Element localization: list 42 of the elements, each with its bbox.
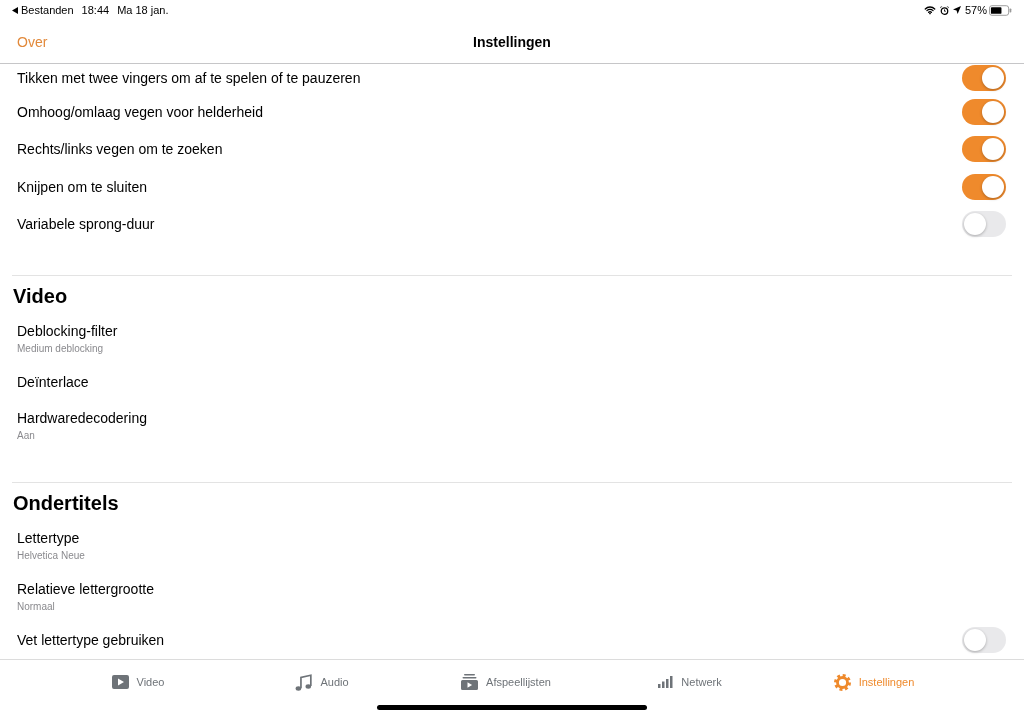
tab-item[interactable]: Netwerk <box>658 660 722 704</box>
toggle-switch[interactable] <box>962 136 1006 162</box>
status-date: Ma 18 jan. <box>117 4 169 16</box>
setting-label: Rechts/links vegen om te zoeken <box>17 140 223 158</box>
setting-label: Vet lettertype gebruiken <box>17 630 165 649</box>
setting-label: Knijpen om te sluiten <box>17 177 147 196</box>
toggle-switch[interactable] <box>962 211 1006 237</box>
setting-label: Tikken met twee vingers om af te spelen of te pauzeren <box>17 69 361 88</box>
location-arrow-icon <box>952 6 961 14</box>
setting-value: Medium deblocking <box>17 342 104 355</box>
section-header: Ondertitels <box>12 490 120 516</box>
setting-label[interactable]: Deblocking-filter <box>17 321 118 340</box>
setting-label[interactable]: Hardwaredecodering <box>17 408 147 427</box>
nav-title: Instellingen <box>473 33 551 50</box>
battery-icon <box>989 4 1012 16</box>
toggle-switch[interactable] <box>962 173 1006 200</box>
wifi-icon <box>923 5 936 15</box>
setting-label: Omhoog/omlaag vegen voor helderheid <box>17 102 263 121</box>
tab-item[interactable]: Afspeellijsten <box>461 660 551 704</box>
toggle-switch[interactable] <box>962 98 1006 125</box>
setting-label[interactable]: Relatieve lettergrootte <box>17 579 154 598</box>
back-to-app-button[interactable]: Bestanden <box>12 4 74 16</box>
section-header: Video <box>12 283 69 309</box>
setting-value: Normaal <box>17 600 55 613</box>
setting-value: Aan <box>17 429 35 442</box>
signal-bars-icon <box>658 676 674 688</box>
play-box-icon <box>111 675 129 689</box>
music-note-icon <box>295 673 313 691</box>
battery-percent: 57% <box>964 4 987 16</box>
setting-label: Variabele sprong-duur <box>17 215 155 233</box>
playlist-icon <box>461 674 479 690</box>
toggle-switch[interactable] <box>962 626 1006 653</box>
toggle-switch[interactable] <box>962 65 1006 92</box>
alarm-clock-icon <box>939 5 949 15</box>
setting-label[interactable]: Deïnterlace <box>17 372 89 391</box>
settings-gear-icon <box>833 673 851 691</box>
status-time: 18:44 <box>81 4 110 16</box>
back-triangle-icon <box>12 6 18 14</box>
setting-label[interactable]: Lettertype <box>17 528 80 547</box>
setting-value: Helvetica Neue <box>17 549 85 562</box>
tab-item[interactable]: Audio <box>295 660 349 704</box>
tab-item[interactable]: Video <box>111 660 165 704</box>
